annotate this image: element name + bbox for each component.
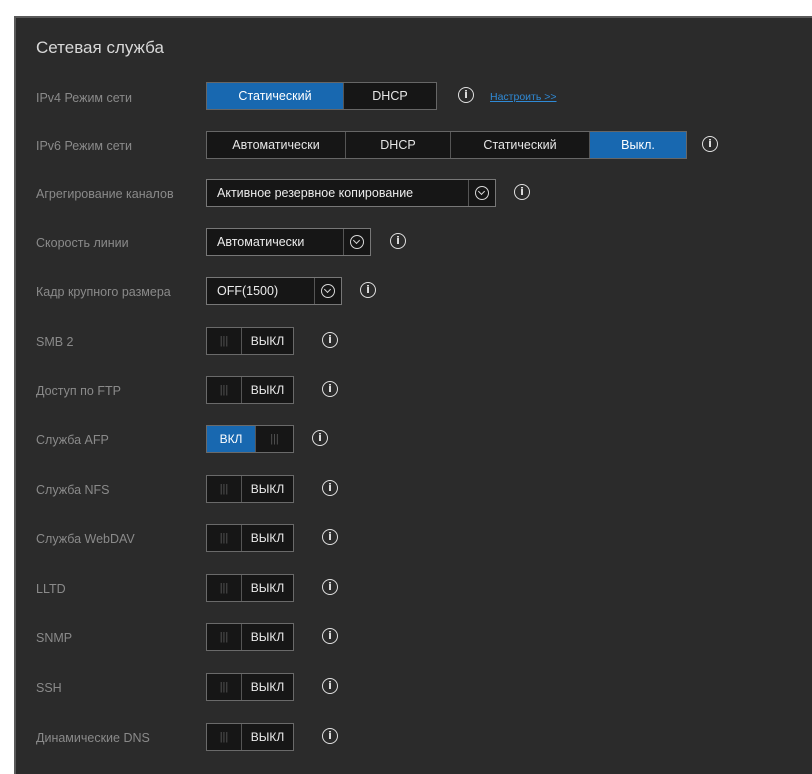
- link-aggregation-info-icon[interactable]: i: [514, 184, 530, 200]
- toggle-state: ВЫКЛ: [250, 531, 285, 545]
- lltd-info-icon[interactable]: i: [322, 579, 338, 595]
- snmp-label: SNMP: [36, 631, 73, 645]
- lltd-toggle[interactable]: ||| ВЫКЛ: [206, 574, 294, 602]
- ipv6-option-dhcp[interactable]: DHCP: [346, 132, 451, 158]
- ipv6-info-icon[interactable]: i: [702, 136, 718, 152]
- toggle-state: ВЫКЛ: [250, 730, 285, 744]
- ipv6-option-off[interactable]: Выкл.: [590, 132, 686, 158]
- toggle-grip-icon: |||: [207, 624, 242, 650]
- link-speed-label: Скорость линии: [36, 236, 129, 250]
- link-speed-info-icon[interactable]: i: [390, 233, 406, 249]
- toggle-grip-icon: |||: [207, 724, 242, 750]
- snmp-info-icon[interactable]: i: [322, 628, 338, 644]
- ftp-toggle[interactable]: ||| ВЫКЛ: [206, 376, 294, 404]
- ipv6-mode-label: IPv6 Режим сети: [36, 139, 132, 153]
- toggle-state: ВЫКЛ: [250, 581, 285, 595]
- nfs-info-icon[interactable]: i: [322, 480, 338, 496]
- nfs-toggle[interactable]: ||| ВЫКЛ: [206, 475, 294, 503]
- webdav-label: Служба WebDAV: [36, 532, 135, 546]
- jumbo-frame-label: Кадр крупного размера: [36, 285, 171, 299]
- ssh-toggle[interactable]: ||| ВЫКЛ: [206, 673, 294, 701]
- chevron-down-icon: [321, 284, 335, 298]
- toggle-state: ВЫКЛ: [250, 482, 285, 496]
- ftp-label: Доступ по FTP: [36, 384, 121, 398]
- toggle-state: ВЫКЛ: [250, 630, 285, 644]
- webdav-info-icon[interactable]: i: [322, 529, 338, 545]
- toggle-state: ВЫКЛ: [250, 334, 285, 348]
- chevron-down-icon: [475, 186, 489, 200]
- toggle-grip-icon: |||: [207, 476, 242, 502]
- lltd-label: LLTD: [36, 582, 66, 596]
- webdav-toggle[interactable]: ||| ВЫКЛ: [206, 524, 294, 552]
- jumbo-frame-dropdown[interactable]: OFF(1500): [206, 277, 342, 305]
- ipv6-option-static[interactable]: Статический: [451, 132, 590, 158]
- section-title: Сетевая служба: [36, 38, 164, 57]
- link-aggregation-value: Активное резервное копирование: [207, 180, 469, 206]
- ssh-info-icon[interactable]: i: [322, 678, 338, 694]
- ddns-toggle[interactable]: ||| ВЫКЛ: [206, 723, 294, 751]
- toggle-state: ВКЛ: [207, 426, 256, 452]
- smb2-toggle[interactable]: ||| ВЫКЛ: [206, 327, 294, 355]
- link-aggregation-label: Агрегирование каналов: [36, 187, 174, 201]
- link-speed-value: Автоматически: [207, 229, 344, 255]
- jumbo-frame-value: OFF(1500): [207, 278, 315, 304]
- network-service-panel: Сетевая служба IPv4 Режим сети Статическ…: [14, 16, 812, 774]
- jumbo-frame-info-icon[interactable]: i: [360, 282, 376, 298]
- ipv4-info-icon[interactable]: i: [458, 87, 474, 103]
- ipv4-mode-label: IPv4 Режим сети: [36, 91, 132, 105]
- ipv6-mode-selector: Автоматически DHCP Статический Выкл.: [206, 131, 687, 159]
- ipv6-option-auto[interactable]: Автоматически: [207, 132, 346, 158]
- afp-info-icon[interactable]: i: [312, 430, 328, 446]
- toggle-grip-icon: |||: [207, 328, 242, 354]
- ssh-label: SSH: [36, 681, 62, 695]
- ipv4-configure-link[interactable]: Настроить >>: [490, 91, 557, 103]
- toggle-state: ВЫКЛ: [250, 383, 285, 397]
- link-speed-dropdown[interactable]: Автоматически: [206, 228, 371, 256]
- toggle-grip-icon: |||: [207, 674, 242, 700]
- chevron-down-icon: [350, 235, 364, 249]
- link-aggregation-dropdown[interactable]: Активное резервное копирование: [206, 179, 496, 207]
- afp-label: Служба AFP: [36, 433, 109, 447]
- toggle-state: ВЫКЛ: [250, 680, 285, 694]
- ipv4-option-dhcp[interactable]: DHCP: [344, 83, 436, 109]
- afp-toggle[interactable]: ВКЛ |||: [206, 425, 294, 453]
- toggle-grip-icon: |||: [270, 433, 279, 445]
- toggle-grip-icon: |||: [207, 575, 242, 601]
- toggle-grip-icon: |||: [207, 525, 242, 551]
- toggle-grip-icon: |||: [207, 377, 242, 403]
- snmp-toggle[interactable]: ||| ВЫКЛ: [206, 623, 294, 651]
- ddns-info-icon[interactable]: i: [322, 728, 338, 744]
- ddns-label: Динамические DNS: [36, 731, 150, 745]
- smb2-info-icon[interactable]: i: [322, 332, 338, 348]
- ftp-info-icon[interactable]: i: [322, 381, 338, 397]
- ipv4-mode-selector: Статический DHCP: [206, 82, 437, 110]
- nfs-label: Служба NFS: [36, 483, 110, 497]
- ipv4-option-static[interactable]: Статический: [207, 83, 344, 109]
- smb2-label: SMB 2: [36, 335, 74, 349]
